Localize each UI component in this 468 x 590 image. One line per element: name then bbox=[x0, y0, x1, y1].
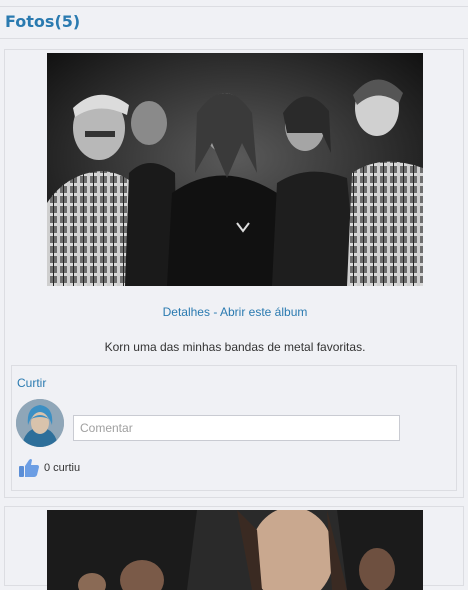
details-link[interactable]: Detalhes bbox=[163, 305, 210, 319]
photo-image[interactable] bbox=[47, 53, 423, 286]
open-album-link[interactable]: Abrir este álbum bbox=[220, 305, 307, 319]
like-count: 0 curtiu bbox=[44, 462, 81, 474]
comment-box: Curtir 0 curtiu bbox=[11, 365, 457, 491]
photo-card: Detalhes - Abrir este álbum Korn uma das… bbox=[4, 49, 464, 498]
like-summary: 0 curtiu bbox=[18, 458, 80, 478]
photo-links: Detalhes - Abrir este álbum bbox=[5, 305, 465, 319]
title-divider bbox=[0, 38, 468, 39]
section-title[interactable]: Fotos(5) bbox=[5, 12, 80, 31]
thumbs-up-icon[interactable] bbox=[18, 458, 40, 478]
comment-input[interactable] bbox=[73, 415, 400, 441]
top-divider bbox=[0, 6, 468, 7]
photo-image[interactable] bbox=[47, 510, 423, 590]
like-link[interactable]: Curtir bbox=[17, 376, 46, 390]
photo-card bbox=[4, 506, 464, 590]
photo-caption: Korn uma das minhas bandas de metal favo… bbox=[104, 340, 366, 354]
link-separator: - bbox=[213, 305, 218, 319]
user-avatar[interactable] bbox=[16, 399, 64, 447]
